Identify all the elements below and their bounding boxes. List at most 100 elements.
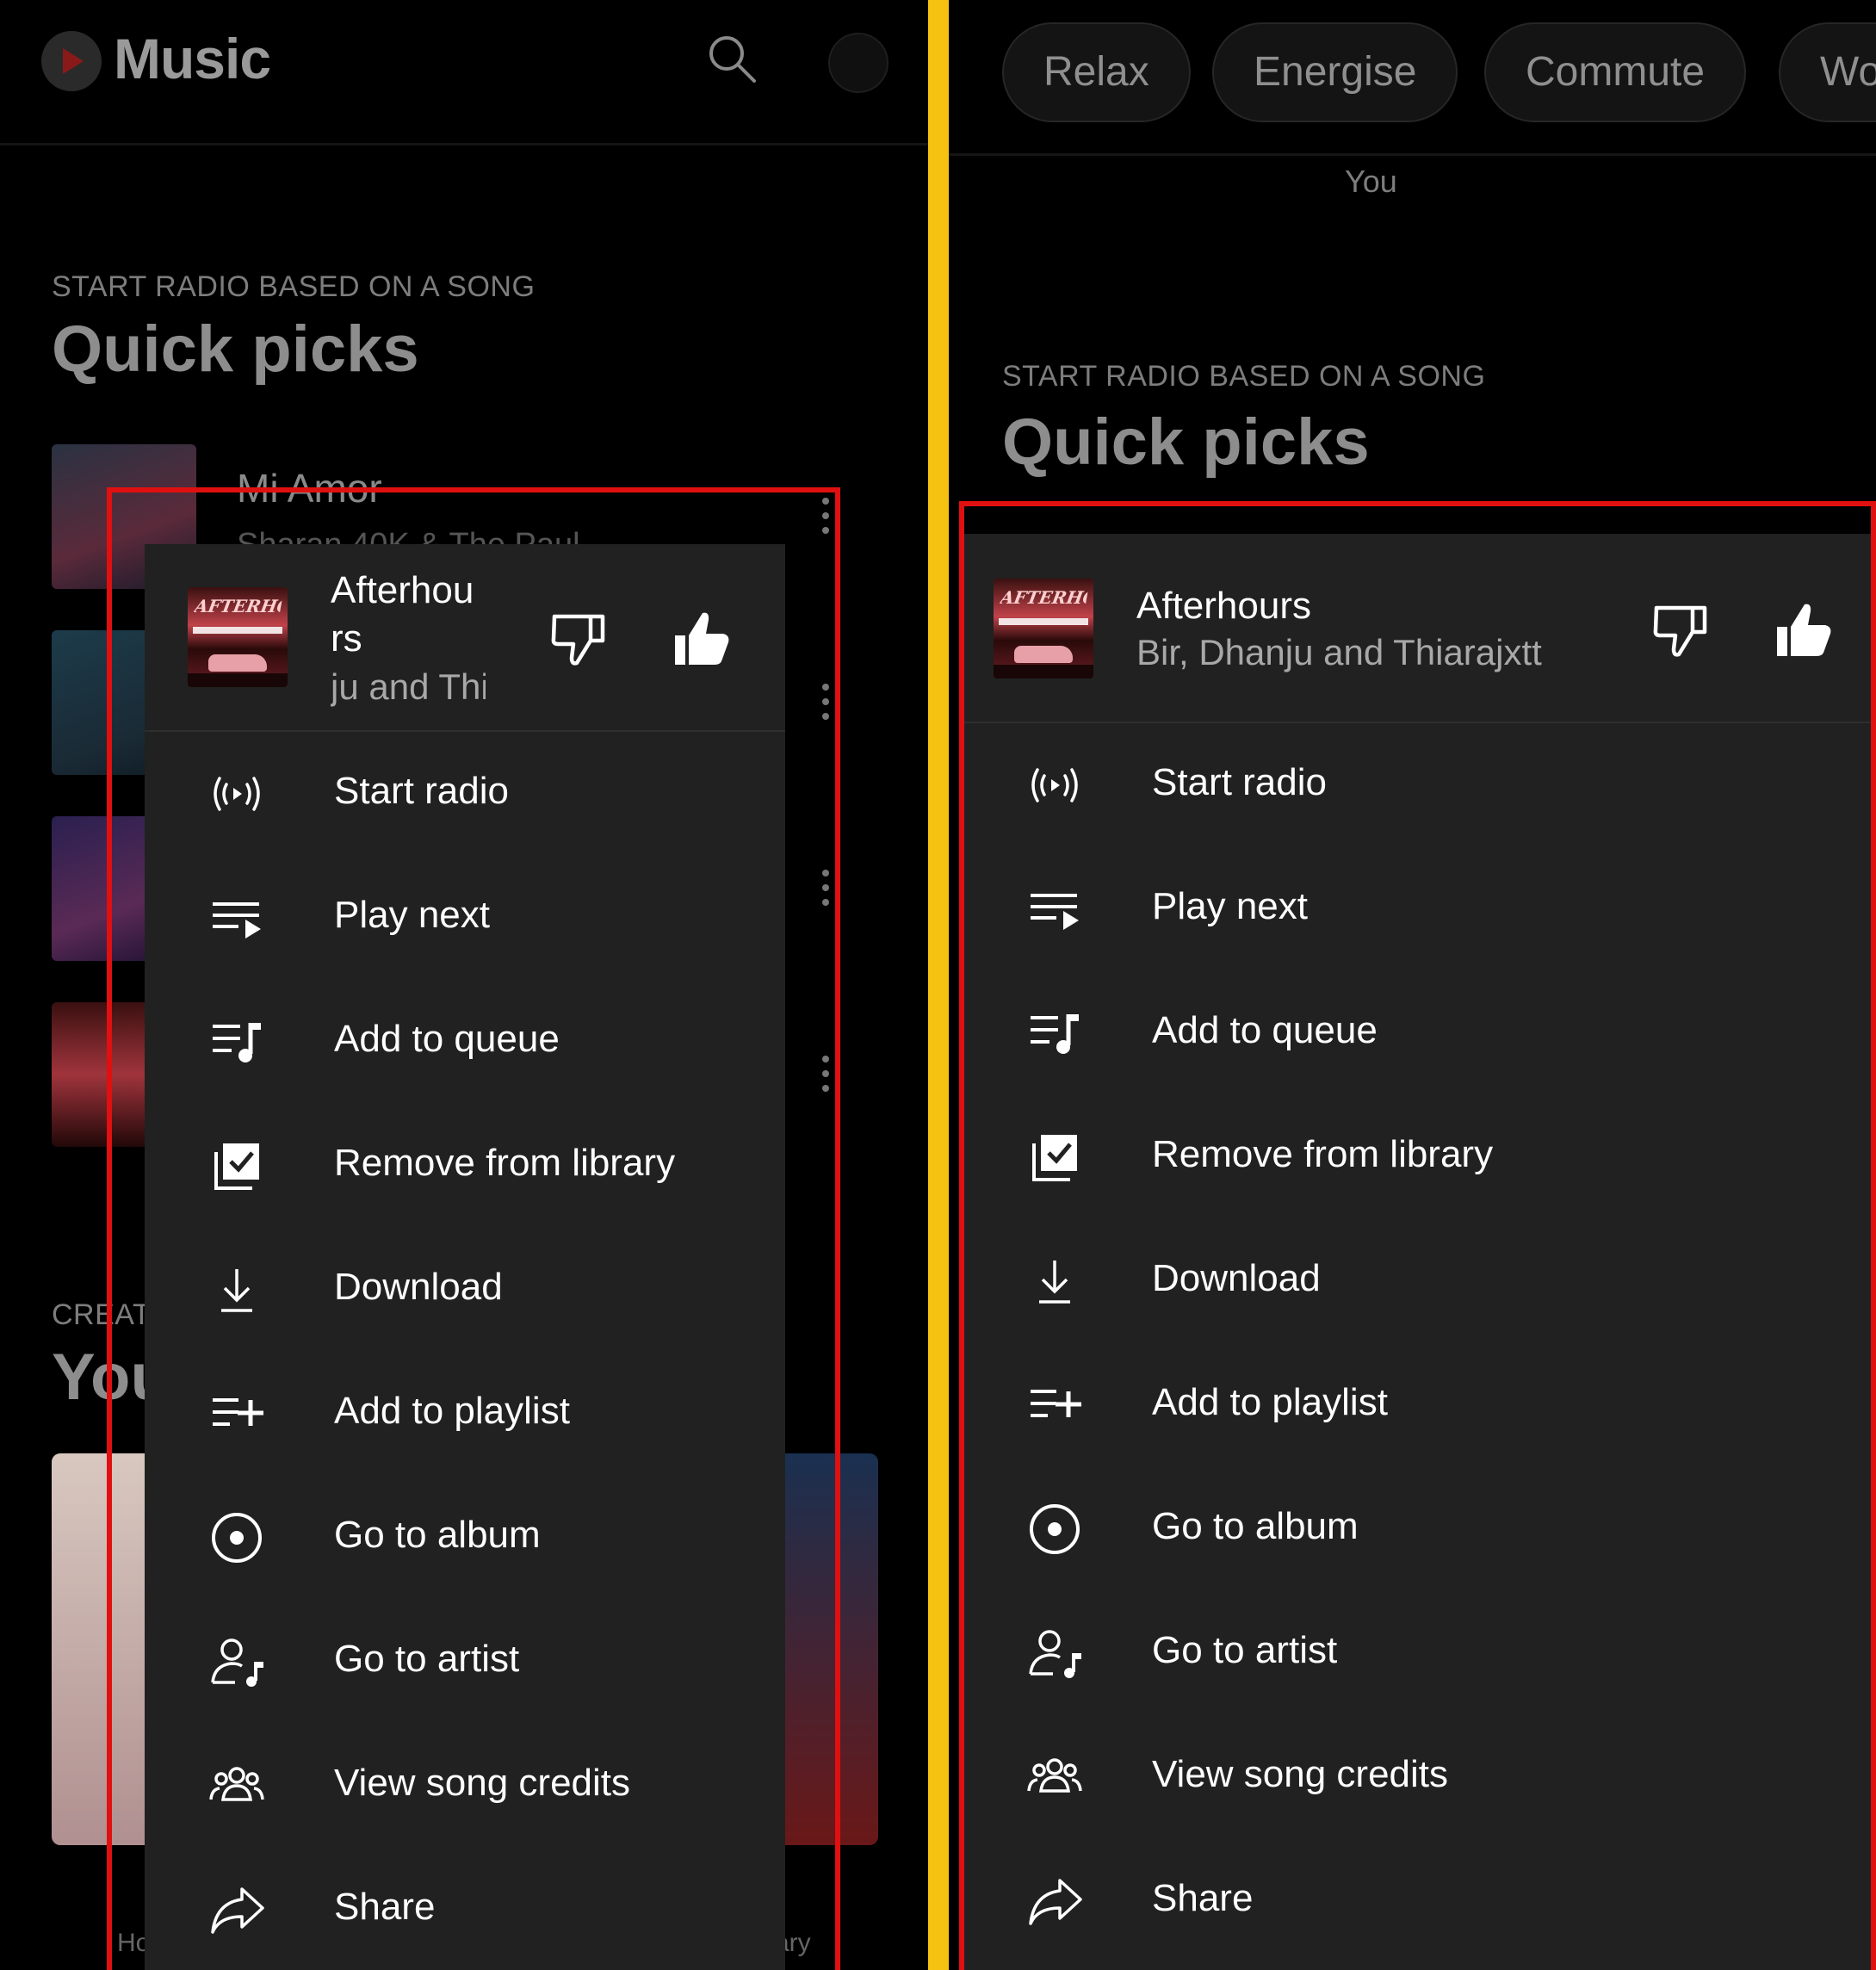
menu-item-go-to-artist[interactable]: Go to artist: [145, 1600, 785, 1724]
menu-item-label: Add to queue: [1152, 1009, 1378, 1051]
menu-item-play-next[interactable]: Play next: [145, 856, 785, 980]
library-check-icon: [1027, 1131, 1082, 1183]
radio-icon: [209, 768, 264, 820]
album-art: AFTERHOURS: [188, 587, 288, 687]
menu-item-label: Download: [1152, 1257, 1321, 1299]
more-options-icon[interactable]: [822, 684, 829, 728]
menu-item-label: Play next: [1152, 885, 1308, 927]
radio-icon: [1027, 759, 1082, 811]
menu-item-label: Share: [1152, 1877, 1254, 1919]
section-label: You: [1345, 164, 1397, 199]
app-header: Music: [0, 0, 928, 146]
menu-item-add-to-queue[interactable]: Add to queue: [145, 980, 785, 1104]
menu-item-label: Add to playlist: [1152, 1381, 1388, 1423]
menu-item-label: Go to artist: [334, 1638, 520, 1680]
menu-song-title: Afterhours: [1136, 585, 1311, 627]
menu-item-label: Start radio: [1152, 761, 1327, 803]
mood-chip[interactable]: Commute: [1484, 22, 1747, 122]
menu-song-header: AFTERHOURS Afterhou rs ju and Thi: [145, 544, 785, 732]
song-title: Mi Amor: [237, 466, 382, 511]
mood-chip[interactable]: Wo: [1779, 22, 1876, 122]
menu-item-play-next[interactable]: Play next: [963, 847, 1876, 971]
menu-song-artist: ju and Thi: [331, 666, 486, 707]
menu-item-go-to-album[interactable]: Go to album: [963, 1467, 1876, 1591]
queue-icon: [1027, 1007, 1082, 1059]
more-options-icon[interactable]: [822, 498, 829, 542]
credits-icon: [1027, 1751, 1082, 1803]
music-logo-icon[interactable]: [41, 31, 102, 91]
download-icon: [1027, 1255, 1082, 1307]
play-next-icon: [1027, 883, 1082, 935]
playlist-add-icon: [209, 1388, 264, 1440]
menu-item-label: Add to playlist: [334, 1390, 570, 1432]
left-screenshot: Music START RADIO BASED ON A SONG Quick …: [0, 0, 928, 1970]
thumbs-up-icon[interactable]: [1774, 601, 1834, 661]
menu-item-label: Share: [334, 1886, 436, 1928]
section-title: Quick picks: [52, 313, 419, 386]
menu-item-label: Go to album: [1152, 1505, 1359, 1547]
section-kicker: START RADIO BASED ON A SONG: [1002, 360, 1486, 393]
song-options-menu: AFTERHOURS Afterhou rs ju and Thi Start …: [145, 544, 785, 1970]
mood-chip[interactable]: Energise: [1212, 22, 1458, 122]
menu-item-label: Go to album: [334, 1514, 541, 1556]
divider-bar: [928, 0, 949, 1970]
menu-item-label: View song credits: [334, 1762, 631, 1804]
menu-item-label: Play next: [334, 894, 490, 936]
more-options-icon[interactable]: [822, 1056, 829, 1100]
menu-song-artist: Bir, Dhanju and Thiarajxtt: [1136, 632, 1542, 672]
menu-item-view-song-credits[interactable]: View song credits: [963, 1715, 1876, 1839]
menu-item-label: View song credits: [1152, 1753, 1449, 1795]
menu-item-label: Download: [334, 1266, 503, 1308]
mood-chip[interactable]: Relax: [1002, 22, 1191, 122]
avatar[interactable]: [828, 33, 888, 93]
credits-icon: [209, 1760, 264, 1812]
menu-item-view-song-credits[interactable]: View song credits: [145, 1724, 785, 1848]
menu-song-header: AFTERHOURS Afterhours Bir, Dhanju and Th…: [963, 534, 1876, 723]
thumbs-up-icon[interactable]: [672, 610, 732, 670]
menu-item-label: Go to artist: [1152, 1629, 1338, 1671]
menu-item-share[interactable]: Share: [145, 1848, 785, 1970]
menu-item-add-to-queue[interactable]: Add to queue: [963, 971, 1876, 1095]
library-check-icon: [209, 1140, 264, 1192]
queue-icon: [209, 1016, 264, 1068]
search-icon[interactable]: [706, 33, 758, 84]
artist-icon: [209, 1636, 264, 1688]
album-icon: [1027, 1503, 1082, 1555]
more-options-icon[interactable]: [822, 870, 829, 914]
playlist-card[interactable]: [52, 1453, 155, 1845]
thumbs-down-icon[interactable]: [549, 610, 610, 670]
playlist-card[interactable]: [775, 1453, 878, 1845]
menu-item-add-to-playlist[interactable]: Add to playlist: [145, 1352, 785, 1476]
thumbs-down-icon[interactable]: [1651, 601, 1712, 661]
app-name: Music: [114, 27, 271, 90]
menu-item-share[interactable]: Share: [963, 1839, 1876, 1963]
menu-item-label: Remove from library: [1152, 1133, 1494, 1175]
download-icon: [209, 1264, 264, 1316]
menu-item-label: Add to queue: [334, 1018, 560, 1060]
menu-item-start-radio[interactable]: Start radio: [145, 732, 785, 856]
section-title: Quick picks: [1002, 406, 1370, 479]
menu-item-add-to-playlist[interactable]: Add to playlist: [963, 1343, 1876, 1467]
song-options-menu: AFTERHOURS Afterhours Bir, Dhanju and Th…: [963, 534, 1876, 1970]
menu-song-title: Afterhou: [331, 569, 474, 611]
album-art: AFTERHOURS: [994, 579, 1093, 678]
menu-item-download[interactable]: Download: [963, 1219, 1876, 1343]
album-icon: [209, 1512, 264, 1564]
playlist-add-icon: [1027, 1379, 1082, 1431]
menu-item-start-radio[interactable]: Start radio: [963, 723, 1876, 847]
section-kicker: START RADIO BASED ON A SONG: [52, 270, 536, 303]
menu-item-download[interactable]: Download: [145, 1228, 785, 1352]
menu-item-go-to-artist[interactable]: Go to artist: [963, 1591, 1876, 1715]
menu-song-title: rs: [331, 617, 362, 660]
menu-item-remove-from-library[interactable]: Remove from library: [963, 1095, 1876, 1219]
menu-item-label: Start radio: [334, 770, 509, 812]
section-kicker: CREAT: [52, 1298, 152, 1331]
share-icon: [1027, 1875, 1082, 1927]
artist-icon: [1027, 1627, 1082, 1679]
menu-item-remove-from-library[interactable]: Remove from library: [145, 1104, 785, 1228]
share-icon: [209, 1884, 264, 1936]
play-next-icon: [209, 892, 264, 944]
menu-item-go-to-album[interactable]: Go to album: [145, 1476, 785, 1600]
menu-item-label: Remove from library: [334, 1142, 676, 1184]
right-screenshot: Relax Energise Commute Wo You START RADI…: [949, 0, 1876, 1970]
